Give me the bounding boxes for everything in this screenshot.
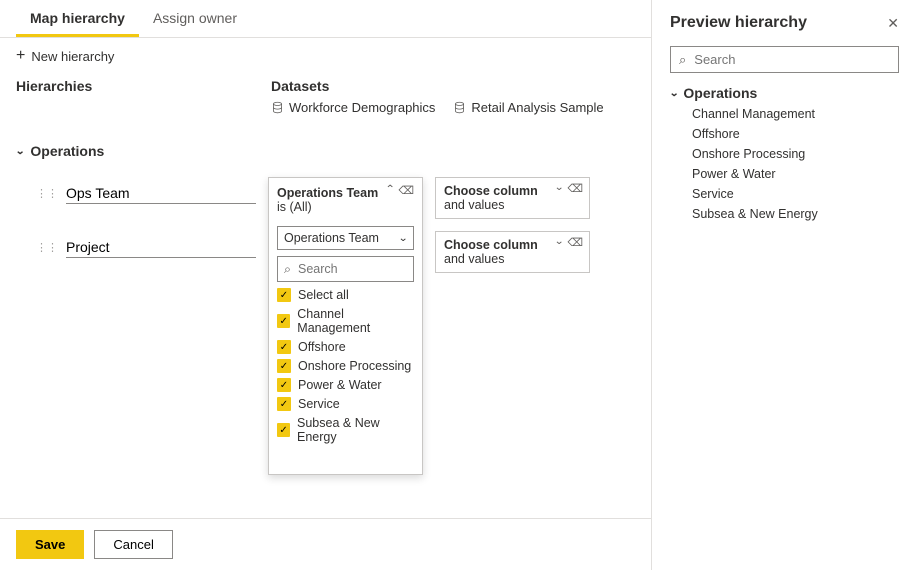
tree-item[interactable]: Channel Management (692, 107, 899, 121)
field-select[interactable]: Operations Team (277, 226, 414, 250)
save-button[interactable]: Save (16, 530, 84, 559)
tab-map-hierarchy[interactable]: Map hierarchy (16, 0, 139, 37)
dataset-icon (453, 101, 466, 114)
chevron-down-icon (398, 233, 408, 244)
column-filter-card[interactable]: Choose column and values ⌫ (435, 231, 590, 273)
tab-assign-owner[interactable]: Assign owner (139, 0, 251, 37)
checkbox-checked-icon: ✓ (277, 378, 291, 392)
chevron-down-icon (669, 88, 679, 99)
filter-option[interactable]: ✓Power & Water (277, 378, 414, 392)
filter-option[interactable]: ✓Offshore (277, 340, 414, 354)
checkbox-checked-icon: ✓ (277, 423, 290, 437)
filter-option[interactable]: ✓Subsea & New Energy (277, 416, 414, 444)
checkbox-checked-icon: ✓ (277, 359, 291, 373)
filter-option[interactable]: ✓Select all (277, 288, 414, 302)
search-icon: ⌕ (284, 262, 291, 277)
new-hierarchy-button[interactable]: + New hierarchy (16, 44, 114, 68)
level-name-input[interactable] (66, 183, 256, 204)
dataset-icon (271, 101, 284, 114)
chevron-up-icon[interactable] (385, 184, 395, 197)
filter-search-input[interactable] (296, 261, 407, 277)
dataset-item[interactable]: Retail Analysis Sample (453, 100, 603, 115)
drag-handle-icon[interactable]: ⋮⋮ (36, 187, 58, 200)
checkbox-checked-icon: ✓ (277, 314, 290, 328)
tree-item[interactable]: Offshore (692, 127, 899, 141)
checkbox-checked-icon: ✓ (277, 288, 291, 302)
tree-root[interactable]: Operations (670, 83, 899, 103)
checkbox-checked-icon: ✓ (277, 397, 291, 411)
level-name-input[interactable] (66, 237, 256, 258)
datasets-header: Datasets (271, 78, 635, 94)
filter-option[interactable]: ✓Service (277, 397, 414, 411)
filter-option[interactable]: ✓Onshore Processing (277, 359, 414, 373)
plus-icon: + (16, 48, 25, 64)
tree-item[interactable]: Subsea & New Energy (692, 207, 899, 221)
tab-strip: Map hierarchy Assign owner (0, 0, 651, 38)
hierarchy-expander[interactable]: Operations (16, 137, 635, 165)
column-filter-card[interactable]: Choose column and values ⌫ (435, 177, 590, 219)
preview-search-input[interactable] (692, 51, 890, 68)
tree-item[interactable]: Power & Water (692, 167, 899, 181)
chevron-down-icon[interactable] (554, 182, 564, 195)
tree-item[interactable]: Service (692, 187, 899, 201)
hierarchy-name: Operations (30, 143, 104, 159)
hierarchies-header: Hierarchies (16, 78, 271, 115)
checkbox-checked-icon: ✓ (277, 340, 291, 354)
filter-subtitle: is (All) (277, 200, 414, 214)
preview-title: Preview hierarchy (670, 14, 807, 32)
filter-option[interactable]: ✓Channel Management (277, 307, 414, 335)
close-icon[interactable]: ✕ (887, 15, 899, 32)
filter-dropdown-panel: Operations Team is (All) ⌫ Operations Te… (268, 177, 423, 475)
search-icon: ⌕ (679, 52, 686, 68)
chevron-down-icon (15, 146, 25, 157)
dataset-item[interactable]: Workforce Demographics (271, 100, 435, 115)
chevron-down-icon[interactable] (554, 236, 564, 249)
drag-handle-icon[interactable]: ⋮⋮ (36, 241, 58, 254)
cancel-button[interactable]: Cancel (94, 530, 172, 559)
tree-item[interactable]: Onshore Processing (692, 147, 899, 161)
eraser-icon[interactable]: ⌫ (567, 182, 583, 195)
new-hierarchy-label: New hierarchy (31, 49, 114, 64)
eraser-icon[interactable]: ⌫ (398, 184, 414, 197)
eraser-icon[interactable]: ⌫ (567, 236, 583, 249)
